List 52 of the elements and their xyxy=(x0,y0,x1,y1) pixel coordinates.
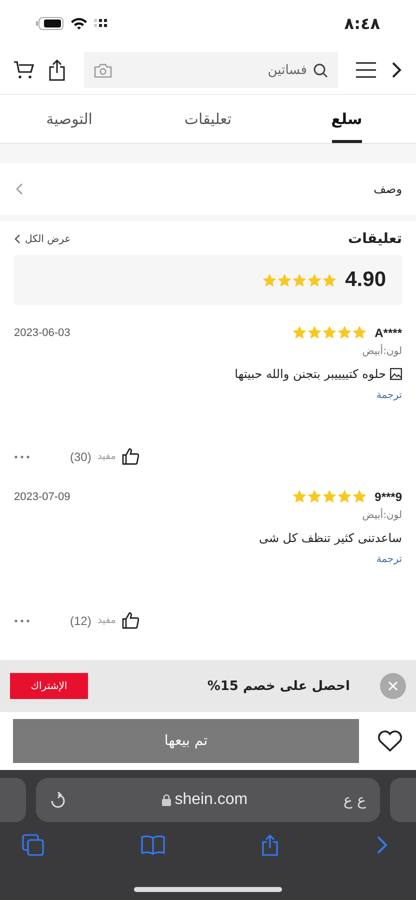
menu-icon[interactable] xyxy=(356,62,376,78)
sold-out-button[interactable]: تم بيعها xyxy=(13,719,359,763)
thumbs-up-icon[interactable] xyxy=(122,448,140,465)
variant-label: لون:أبيض xyxy=(361,510,402,521)
review-text: ساعدتنى كثير تنظف كل شى xyxy=(258,531,402,545)
lock-icon xyxy=(162,794,171,806)
description-label: وصف xyxy=(374,182,402,196)
wifi-icon xyxy=(70,16,88,30)
translate-link[interactable]: ترجمة xyxy=(14,554,402,565)
chevron-icon xyxy=(14,234,21,244)
search-icon xyxy=(313,62,328,78)
tabs-icon[interactable] xyxy=(22,834,44,856)
back-icon[interactable] xyxy=(390,61,402,79)
translate-link[interactable]: ترجمة xyxy=(14,390,402,401)
description-row[interactable]: وصف xyxy=(0,163,416,215)
close-icon xyxy=(388,681,398,691)
cart-icon[interactable] xyxy=(14,60,34,80)
thumbs-up-icon[interactable] xyxy=(122,612,140,629)
review-date: 2023-07-09 xyxy=(14,490,70,502)
share-icon[interactable] xyxy=(48,59,66,81)
section-title: تعليقات xyxy=(348,231,402,247)
url-text: shein.com xyxy=(174,791,248,809)
forward-icon[interactable] xyxy=(376,835,388,855)
helpful-label: مفيد xyxy=(97,615,116,626)
helpful-count: (12) xyxy=(70,614,92,628)
tab[interactable]: تعليقات xyxy=(138,95,278,143)
camera-icon[interactable] xyxy=(94,62,112,78)
review-date: 2023-06-03 xyxy=(14,326,70,338)
more-icon[interactable] xyxy=(14,454,30,458)
view-all-link[interactable]: عرض الكل xyxy=(14,234,71,244)
text-size-button[interactable]: ع ع xyxy=(343,791,366,809)
book-icon[interactable] xyxy=(140,835,165,855)
chevron-icon xyxy=(16,183,24,195)
battery-icon xyxy=(36,16,64,30)
variant-label: لون:أبيض xyxy=(361,346,402,357)
tab[interactable]: سلع xyxy=(277,95,416,143)
reload-icon[interactable] xyxy=(50,792,66,808)
reviewer-name: A**** xyxy=(374,326,402,340)
heart-icon[interactable] xyxy=(377,730,403,752)
search-bar[interactable]: فساتين xyxy=(84,52,338,88)
subscribe-button[interactable]: الإشتراك xyxy=(10,673,88,699)
reviewer-name: 9***9 xyxy=(374,490,402,504)
helpful-count: (30) xyxy=(70,450,92,464)
close-button[interactable] xyxy=(380,673,406,699)
review-text: حلوه كتييييبر بتجنن والله حبيتها xyxy=(234,367,386,381)
more-icon[interactable] xyxy=(14,618,30,622)
helpful-label: مفيد xyxy=(97,451,116,462)
promo-text: احصل على خصم 15% xyxy=(206,678,350,694)
tab[interactable]: التوصية xyxy=(0,95,139,143)
search-input[interactable]: فساتين xyxy=(116,62,309,78)
status-time: ٨:٤٨ xyxy=(344,14,380,32)
rating-score: 4.90 xyxy=(345,268,386,292)
